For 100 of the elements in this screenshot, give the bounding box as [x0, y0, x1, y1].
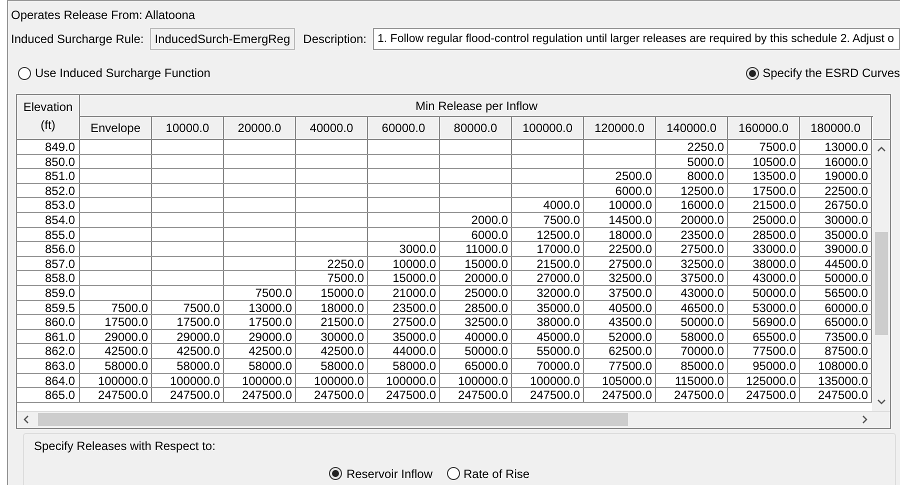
table-cell: 7500.0	[728, 140, 800, 154]
table-cell: 2250.0	[656, 140, 728, 154]
radio-button[interactable]	[18, 66, 31, 80]
table-cell: 115000.0	[656, 374, 728, 388]
table-cell: 77500.0	[728, 344, 800, 358]
table-cell: 16000.0	[656, 198, 728, 212]
table-cell: 247500.0	[656, 388, 728, 402]
elevation-cell: 859.5	[17, 300, 80, 314]
table-cell: 105000.0	[584, 374, 656, 388]
table-cell: 43000.0	[656, 286, 728, 300]
table-cell: 33000.0	[728, 242, 800, 256]
description-label: Description:	[303, 31, 367, 48]
table-cell: 10500.0	[728, 154, 800, 168]
table-cell: 8000.0	[656, 169, 728, 183]
table-cell: 58000.0	[224, 358, 296, 372]
table-cell: 17500.0	[80, 315, 152, 329]
column-header: 100000.0	[512, 117, 584, 140]
description-field[interactable]: 1. Follow regular flood-control regulation until larger releases are required by this schedule 2. Adjust o	[372, 28, 900, 50]
table-cell: 58000.0	[152, 358, 224, 372]
table-cell: 42500.0	[152, 344, 224, 358]
elevation-cell: 865.0	[17, 388, 80, 402]
table-cell: 20000.0	[440, 271, 512, 285]
column-header: Elevation (ft)	[17, 95, 80, 140]
radio-button[interactable]	[329, 467, 342, 480]
table-cell: 100000.0	[80, 374, 152, 388]
column-header: 160000.0	[728, 117, 800, 140]
table-cell: 6000.0	[440, 228, 512, 242]
radio-label[interactable]: Specify the ESRD Curves	[762, 64, 900, 82]
table-cell: 58000.0	[296, 358, 368, 372]
radio-label[interactable]: Reservoir Inflow	[346, 464, 432, 483]
column-header: 40000.0	[296, 117, 368, 140]
table-cell: 32500.0	[584, 271, 656, 285]
table-cell: 10000.0	[368, 256, 440, 270]
table-cell: 38000.0	[728, 256, 800, 270]
table-cell: 7500.0	[296, 271, 368, 285]
table-cell: 2000.0	[440, 212, 512, 227]
table-cell: 25000.0	[728, 212, 800, 227]
table-cell: 18000.0	[584, 228, 656, 242]
elevation-cell: 849.0	[17, 140, 80, 154]
table-cell: 38000.0	[512, 315, 584, 329]
table-cell: 21500.0	[512, 256, 584, 270]
table-cell: 40500.0	[584, 300, 656, 314]
table-cell: 58000.0	[368, 358, 440, 372]
table-cell: 58000.0	[80, 358, 152, 372]
scrollbar-thumb[interactable]	[38, 413, 628, 426]
elevation-cell: 852.0	[17, 184, 80, 198]
scrollbar-thumb[interactable]	[874, 232, 888, 335]
scroll-left-icon[interactable]	[23, 415, 29, 424]
scroll-down-icon[interactable]	[876, 398, 886, 405]
table-cell: 7500.0	[80, 300, 152, 314]
elevation-cell: 855.0	[17, 228, 80, 242]
table-cell: 247500.0	[224, 388, 296, 402]
table-cell: 28500.0	[440, 300, 512, 314]
table-cell: 55000.0	[512, 344, 584, 358]
rule-field[interactable]: InducedSurch-EmergReg	[150, 28, 296, 50]
radio-button[interactable]	[746, 66, 759, 80]
table-cell: 43500.0	[584, 315, 656, 329]
scroll-up-icon[interactable]	[876, 146, 886, 152]
table-cell: 28500.0	[728, 228, 800, 242]
table-cell: 13500.0	[728, 169, 800, 183]
operates-release-from: Operates Release From: Allatoona	[11, 7, 196, 23]
elevation-cell: 862.0	[17, 344, 80, 358]
radio-button[interactable]	[446, 467, 460, 480]
elevation-cell: 860.0	[17, 315, 80, 329]
table-cell: 22500.0	[584, 242, 656, 256]
table-cell: 100000.0	[296, 374, 368, 388]
table-cell: 3000.0	[368, 242, 440, 256]
vertical-scrollbar[interactable]	[872, 140, 890, 411]
table-cell: 21500.0	[728, 198, 800, 212]
radio-label[interactable]: Rate of Rise	[464, 464, 530, 483]
scroll-right-icon[interactable]	[862, 415, 868, 424]
table-cell: 77500.0	[584, 358, 656, 372]
table-cell: 27500.0	[368, 315, 440, 329]
table-cell: 50000.0	[656, 315, 728, 329]
table-cell: 17500.0	[152, 315, 224, 329]
table-cell: 70000.0	[656, 344, 728, 358]
table-cell: 37500.0	[656, 271, 728, 285]
column-header: 80000.0	[440, 117, 512, 140]
horizontal-scrollbar[interactable]	[17, 410, 890, 428]
table-cell: 7500.0	[152, 300, 224, 314]
table-cell: 27500.0	[584, 256, 656, 270]
table-cell: 18000.0	[296, 300, 368, 314]
radio-label[interactable]: Use Induced Surcharge Function	[35, 64, 210, 82]
table-cell: 35000.0	[368, 330, 440, 344]
table-cell: 20000.0	[656, 212, 728, 227]
elevation-cell: 850.0	[17, 154, 80, 168]
table-cell: 12500.0	[512, 228, 584, 242]
table-cell: 32500.0	[656, 256, 728, 270]
table-cell: 29000.0	[224, 330, 296, 344]
table-cell: 100000.0	[152, 374, 224, 388]
table-cell: 15000.0	[296, 286, 368, 300]
table-cell: 46500.0	[656, 300, 728, 314]
table-cell: 23500.0	[656, 228, 728, 242]
column-header: 20000.0	[224, 117, 296, 140]
table-cell: 247500.0	[584, 388, 656, 402]
column-group-header: Min Release per Inflow	[80, 95, 873, 117]
elevation-cell: 854.0	[17, 212, 80, 227]
column-header: 10000.0	[152, 117, 224, 140]
table-cell: 25000.0	[440, 286, 512, 300]
table-cell: 53000.0	[728, 300, 800, 314]
